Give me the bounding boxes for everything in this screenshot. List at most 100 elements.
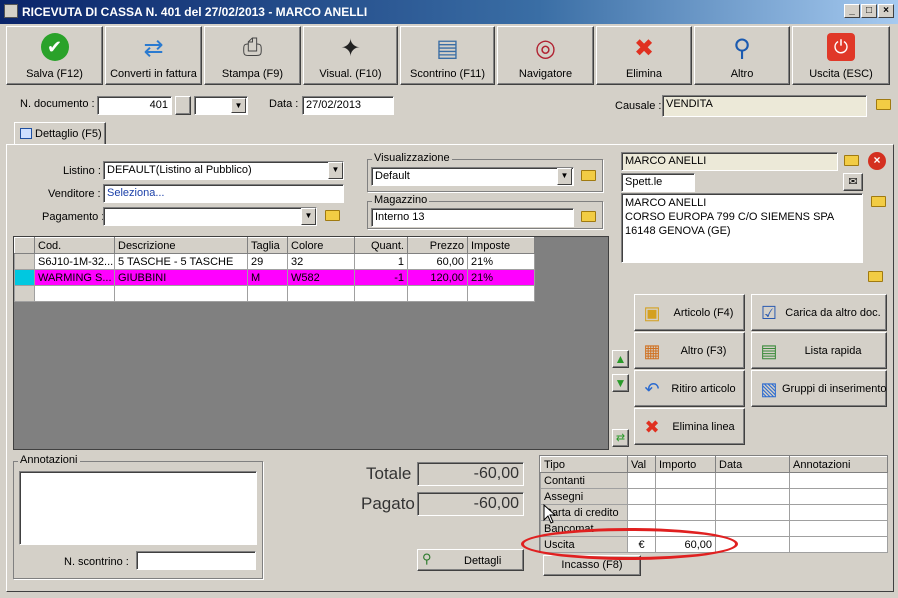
doc-number-field[interactable]: 401 [97,96,172,115]
column-header[interactable]: Val [627,456,656,473]
tab-dettaglio[interactable]: Dettaglio (F5) [14,122,106,145]
venditore-field[interactable]: Seleziona... [103,184,344,203]
table-cell[interactable] [789,488,888,505]
table-cell[interactable] [114,285,248,302]
table-cell[interactable] [789,536,888,553]
dettagli-button[interactable]: ⚲ Dettagli [417,549,524,571]
carica-da-altro-doc-button[interactable]: ☑ Carica da altro doc. [751,294,887,331]
table-cell[interactable] [789,504,888,521]
customer-name-field[interactable]: MARCO ANELLI [621,152,838,171]
table-cell[interactable]: 5 TASCHE - 5 TASCHE [114,253,248,270]
table-cell[interactable]: 29 [247,253,288,270]
stampa-button[interactable]: ⎙ Stampa (F9) [204,26,301,85]
table-row[interactable]: S6J10-1M-32... 5 TASCHE - 5 TASCHE 29 32 1 60… [14,253,535,270]
column-header[interactable]: Colore [287,237,355,254]
altro-button[interactable]: ⚲ Altro [694,26,790,85]
chevron-down-icon[interactable]: ▼ [557,168,572,185]
elimina-linea-button[interactable]: ✖ Elimina linea [634,408,745,445]
altro-button[interactable]: ▦ Altro (F3) [634,332,745,369]
column-header[interactable]: Quant. [354,237,408,254]
column-header[interactable]: Descrizione [114,237,248,254]
scontrino-button[interactable]: ▤ Scontrino (F11) [400,26,495,85]
magazzino-field[interactable]: Interno 13 [371,208,574,227]
table-cell[interactable] [655,488,716,505]
table-cell[interactable]: 60,00 [407,253,468,270]
listino-dropdown[interactable]: DEFAULT(Listino al Pubblico) [103,161,344,180]
close-button[interactable]: × [878,4,894,18]
converti-in-fattura-button[interactable]: ⇄ Converti in fattura [105,26,202,85]
visualizzazione-dropdown[interactable]: Default [371,167,574,186]
table-cell[interactable] [715,488,790,505]
payment-row[interactable]: Carta di credito [540,504,888,521]
table-row[interactable]: WARMING S... GIUBBINI M W582 -1 120,00 21% [14,269,535,286]
table-cell[interactable] [715,520,790,537]
column-header[interactable]: Imposte [467,237,535,254]
table-cell[interactable]: M [247,269,288,286]
maximize-button[interactable]: □ [861,4,877,18]
table-cell[interactable] [247,285,288,302]
table-cell[interactable]: S6J10-1M-32... [34,253,115,270]
uscita-button[interactable]: ⏻ Uscita (ESC) [792,26,890,85]
payment-row[interactable]: Assegni [540,488,888,505]
table-cell[interactable]: 21% [467,253,535,270]
table-cell[interactable] [467,285,535,302]
table-cell[interactable] [789,472,888,489]
magazzino-folder-icon[interactable] [579,207,599,227]
table-cell[interactable] [655,504,716,521]
column-header[interactable]: Cod. [34,237,115,254]
lines-table[interactable]: Cod. Descrizione Taglia Colore Quant. Prezzo I… [14,237,535,302]
date-field[interactable]: 27/02/2013 [302,96,394,115]
scontrino-field[interactable] [136,551,256,570]
extra-folder-icon[interactable] [866,267,886,287]
column-header[interactable]: Data [715,456,790,473]
row-indicator[interactable] [14,253,35,270]
table-cell[interactable] [715,472,790,489]
column-header[interactable]: Tipo [540,456,628,473]
causale-field[interactable]: VENDITA [662,95,867,117]
refresh-icon[interactable]: ⇄ [612,429,629,447]
pagamento-folder-icon[interactable] [323,206,343,226]
salva-button[interactable]: ✔ Salva (F12) [6,26,103,85]
visualizzazione-folder-icon[interactable] [579,166,599,186]
table-cell[interactable] [627,488,656,505]
table-cell[interactable] [789,520,888,537]
payment-row[interactable]: Contanti [540,472,888,489]
table-cell[interactable] [14,285,35,302]
table-cell[interactable] [627,504,656,521]
row-indicator[interactable] [14,269,35,286]
customer-folder-icon[interactable] [842,151,862,171]
ritiro-articolo-button[interactable]: ↶ Ritiro articolo [634,370,745,407]
column-header[interactable]: Taglia [247,237,288,254]
table-cell[interactable] [287,285,355,302]
table-cell[interactable]: WARMING S... [34,269,115,286]
table-cell[interactable] [407,285,468,302]
table-cell[interactable]: GIUBBINI [114,269,248,286]
table-cell[interactable]: 120,00 [407,269,468,286]
chevron-down-icon[interactable]: ▼ [328,162,343,179]
address-folder-icon[interactable] [869,192,889,212]
navigatore-button[interactable]: ◎ Navigatore [497,26,594,85]
table-cell[interactable]: -1 [354,269,408,286]
lista-rapida-button[interactable]: ▤ Lista rapida [751,332,887,369]
table-cell[interactable] [715,504,790,521]
elimina-button[interactable]: ✖ Elimina [596,26,692,85]
table-cell[interactable] [354,285,408,302]
table-cell[interactable] [655,472,716,489]
clear-customer-icon[interactable]: × [868,152,886,170]
move-down-icon[interactable]: ▼ [612,374,629,392]
doc-series-dropdown[interactable]: ▼ [194,96,248,115]
table-cell[interactable]: W582 [287,269,355,286]
column-header[interactable]: Prezzo [407,237,468,254]
address-book-icon[interactable]: ✉ [843,173,863,191]
gruppi-di-inserimento-button[interactable]: ▧ Gruppi di inserimento [751,370,887,407]
articolo-button[interactable]: ▣ Articolo (F4) [634,294,745,331]
column-header[interactable]: Importo [655,456,716,473]
minimize-button[interactable]: _ [844,4,860,18]
column-header[interactable]: Annotazioni [789,456,888,473]
move-up-icon[interactable]: ▲ [612,350,629,368]
table-cell[interactable] [34,285,115,302]
causale-folder-icon[interactable] [874,95,894,115]
chevron-down-icon[interactable]: ▼ [301,208,316,225]
new-row[interactable] [14,285,535,302]
customer-title-field[interactable]: Spett.le [621,173,695,192]
